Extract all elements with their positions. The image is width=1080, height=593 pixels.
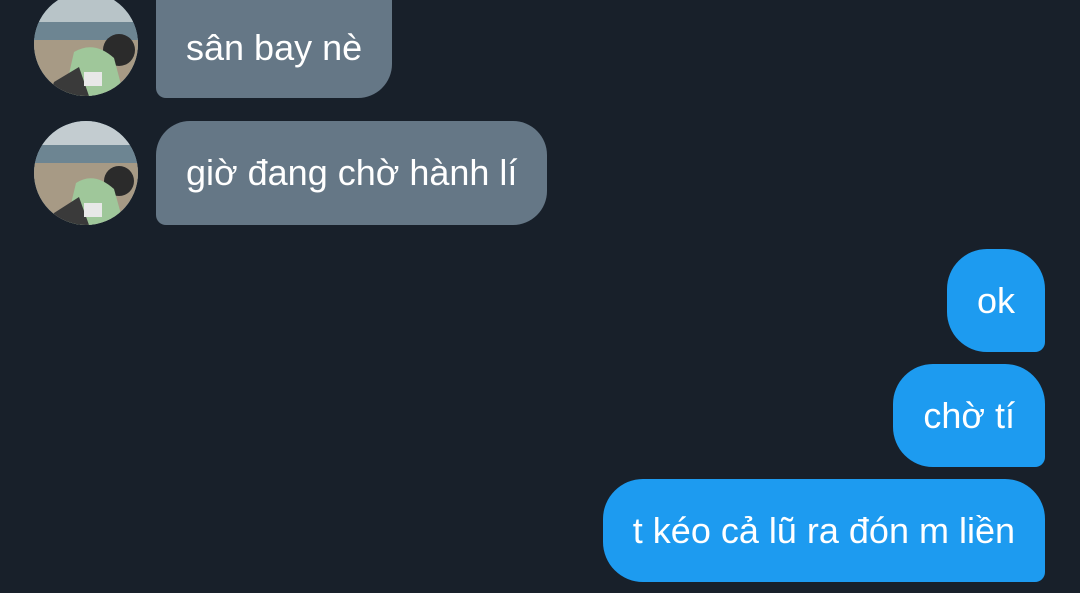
message-text: sân bay nè xyxy=(186,27,363,68)
outgoing-message[interactable]: chờ tí xyxy=(893,364,1045,467)
incoming-message[interactable]: giờ đang chờ hành lí xyxy=(156,121,548,225)
message-text: t kéo cả lũ ra đón m liền xyxy=(632,509,1015,551)
outgoing-message[interactable]: t kéo cả lũ ra đón m liền xyxy=(602,479,1045,582)
message-text: giờ đang chờ hành lí xyxy=(186,152,518,193)
message-text: ok xyxy=(976,279,1015,321)
incoming-message[interactable]: sân bay nè xyxy=(156,0,393,98)
avatar-photo-icon xyxy=(34,0,138,96)
contact-avatar[interactable] xyxy=(34,121,138,225)
avatar-photo-icon xyxy=(34,121,138,225)
outgoing-message[interactable]: ok xyxy=(946,249,1045,352)
contact-avatar[interactable] xyxy=(34,0,138,96)
message-text: chờ tí xyxy=(923,394,1015,436)
